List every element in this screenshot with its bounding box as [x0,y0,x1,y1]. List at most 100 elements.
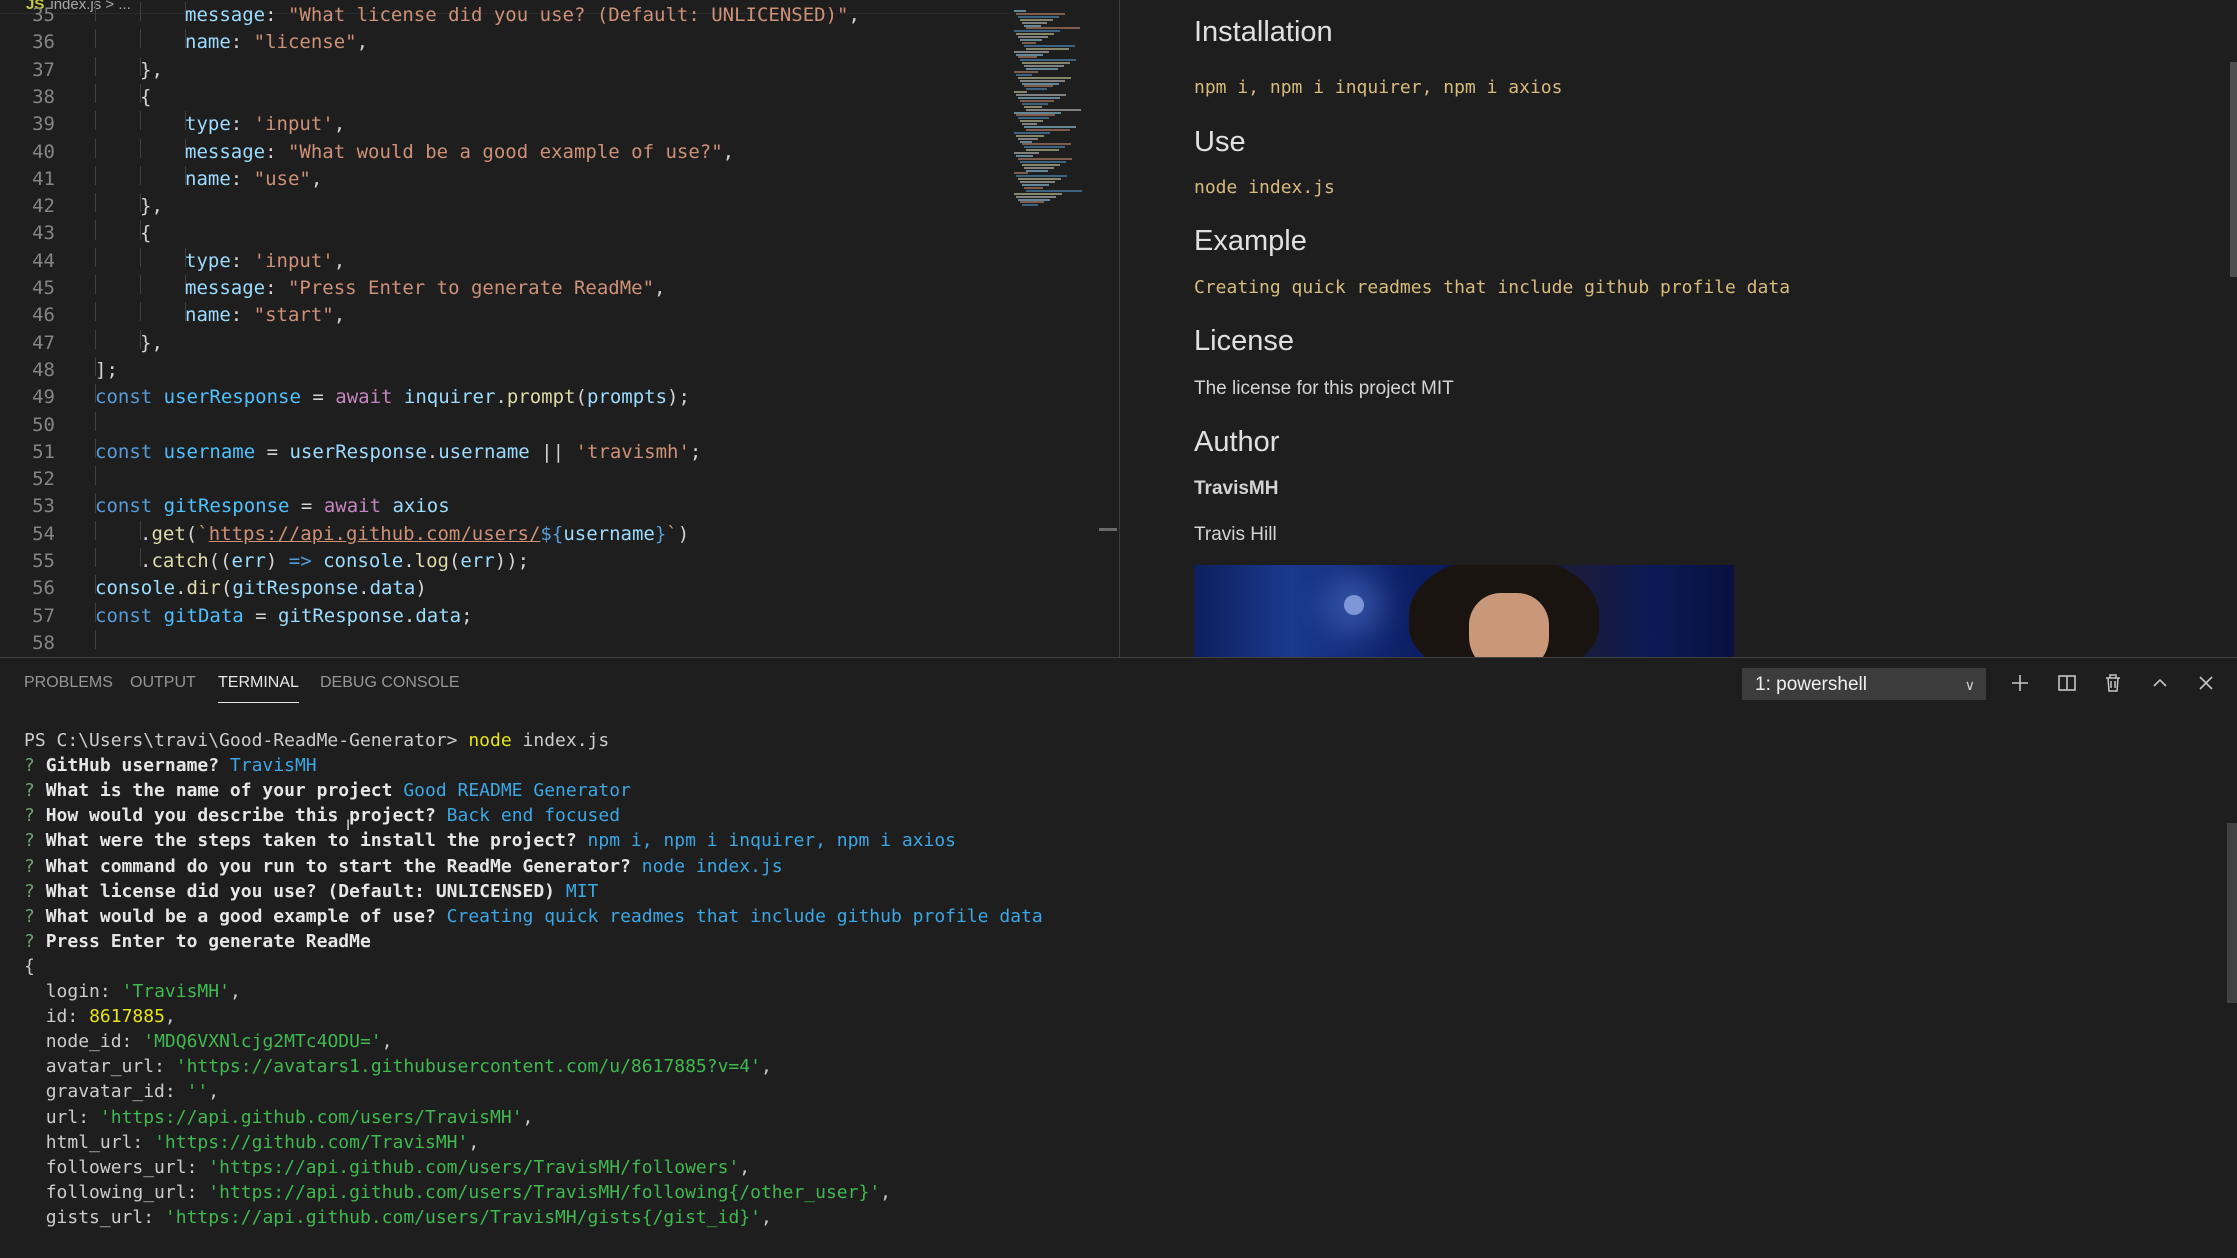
code-token: const [95,604,164,627]
code-editor[interactable]: JS index.js > ... 35 message: "What licens… [0,0,1118,657]
minimap-line [1024,44,1075,47]
indent-guide [95,602,96,622]
minimap-line [1024,105,1042,108]
tab-terminal[interactable]: TERMINAL [218,674,299,703]
plus-icon[interactable] [2008,672,2032,696]
code-line[interactable]: 38 { [0,83,1010,111]
code-line[interactable]: 42}, [0,193,1010,220]
code-line[interactable]: 55 .catch((err) => console.log(err)); [0,548,1010,575]
code-line[interactable]: 53 const gitResponse = await axios [0,493,1010,520]
code-token: . [358,577,370,600]
chevron-up-icon[interactable] [2148,672,2172,696]
code-line[interactable]: 44 type: 'input', [0,247,1010,275]
text-cursor-icon: I [346,818,351,834]
code-line[interactable]: 51 const username = userResponse.username… [0,438,1010,466]
code-line[interactable]: 49 const userResponse = await inquirer.pr… [0,384,1010,411]
author-name: Travis Hill [1194,524,1277,545]
line-number: 52 [32,468,55,491]
minimap-line [1022,143,1071,146]
editor-scrollbar[interactable] [1098,0,1118,657]
terminal-field-key: html_url [45,1131,133,1153]
terminal-comma: , [522,1106,534,1128]
code-token: catch [151,550,209,572]
terminal-question-line: ? What would be a good example of use? C… [24,904,1043,929]
code-text: name: "use", [185,166,322,193]
code-token: data [369,577,416,600]
code-token: = [300,386,336,409]
code-line[interactable]: 56 console.dir(gitResponse.data) [0,575,1010,602]
indent-guide [140,165,141,185]
minimap-line [1016,94,1066,97]
tab-problems[interactable]: PROBLEMS [24,674,113,692]
code-token: ` [197,522,209,545]
code-line[interactable]: 36 name: "license", [0,29,1010,56]
code-line[interactable]: 52 [0,466,1010,493]
minimap-line [1018,157,1072,160]
terminal-field-value: '' [186,1081,209,1103]
code-line[interactable]: 35 message: "What license did you use? (D… [0,2,1010,29]
code-line[interactable]: 57 const gitData = gitResponse.data; [0,602,1010,630]
indent-guide [140,138,141,158]
minimap-line [1018,36,1048,39]
tab-output[interactable]: OUTPUT [130,674,196,692]
terminal-space [436,906,447,927]
minimap-line [1022,123,1037,126]
code-token: console [95,577,176,600]
trash-icon[interactable] [2101,672,2125,696]
code-line[interactable]: 46 name: "start", [0,302,1010,329]
code-line[interactable]: 58 [0,629,1010,657]
author-username: TravisMH [1194,478,1279,499]
code-line[interactable]: 50 [0,411,1010,439]
code-token: gitResponse [278,604,404,627]
code-token: 'input' [253,249,334,272]
code-line[interactable]: 41 name: "use", [0,165,1010,193]
terminal-answer: Good README Generator [403,780,631,802]
code-token: dir [186,577,221,600]
minimap-line [1014,91,1027,94]
license-heading: License [1194,325,1294,357]
close-icon[interactable] [2194,672,2218,696]
code-line[interactable]: 45 message: "Press Enter to generate Read… [0,275,1010,302]
terminal-question: GitHub username? [45,755,220,777]
code-line[interactable]: 48]; [0,356,1010,384]
split-icon[interactable] [2055,672,2079,696]
question-mark-icon: ? [24,930,46,952]
terminal-space [219,755,230,776]
terminal-field-value: 'https://api.github.com/users/TravisMH/f… [208,1156,740,1178]
minimap-line [1024,85,1053,88]
indent-guide [95,493,96,513]
terminal-select[interactable]: 1: powershell ∨ [1742,668,1986,700]
code-token: : [230,167,254,190]
minimap-line [1016,114,1055,117]
minimap-line [1024,126,1076,128]
code-text: .catch((err) => console.log(err)); [140,548,529,575]
code-line[interactable]: 43 { [0,220,1010,247]
code-text: { [140,220,151,247]
code-line[interactable]: 37}, [0,56,1010,84]
minimap[interactable] [1010,10,1100,210]
editor-scroll-thumb[interactable] [1099,528,1117,531]
terminal-comma: , [164,1006,176,1028]
minimap-line [1018,198,1050,201]
line-number: 40 [32,140,55,163]
chevron-down-icon: ∨ [1964,677,1975,693]
indent-guide [185,138,186,158]
line-number: 49 [32,386,55,409]
preview-scrollbar[interactable] [2230,62,2237,277]
code-line[interactable]: 47}, [0,329,1010,357]
terminal-indent [24,1157,46,1178]
terminal-field-line: node_id: 'MDQ6VXNlcjg2MTc4ODU=', [24,1029,393,1054]
tab-debug-console[interactable]: DEBUG CONSOLE [320,674,460,692]
indent-guide [140,29,141,49]
minimap-line [1018,137,1038,140]
code-token: get [151,522,186,545]
code-token: 'input' [253,113,334,136]
minimap-line [1018,15,1059,18]
minimap-line [1014,152,1039,155]
code-line[interactable]: 39 type: 'input', [0,111,1010,138]
code-line[interactable]: 40 message: "What would be a good example… [0,138,1010,166]
terminal-scrollbar[interactable] [2227,823,2237,1003]
code-token: : [265,4,288,26]
terminal-indent [24,1182,46,1203]
code-line[interactable]: 54 .get(`https://api.github.com/users/${u… [0,520,1010,548]
